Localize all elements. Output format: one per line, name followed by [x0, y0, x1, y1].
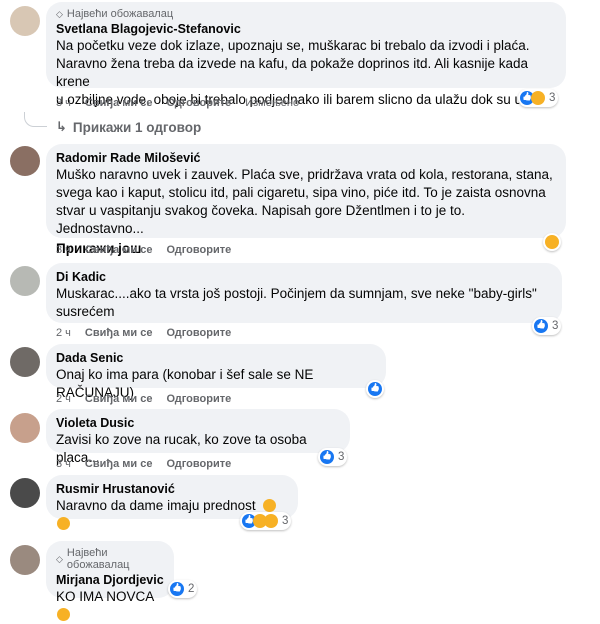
reply-arrow-icon: ↳: [56, 119, 67, 134]
grin-emoji-icon: [57, 517, 70, 530]
comment-bubble: ◇ Највећи обожавалац Svetlana Blagojevic-…: [46, 2, 566, 107]
comment-text-line: Muško naravno uvek i zauvek. Plaća sve, …: [56, 167, 553, 182]
comment-bubble: Dada Senic Onaj ko ima para (konobar i š…: [46, 344, 386, 400]
like-button[interactable]: Свиђа ми се: [85, 458, 153, 470]
avatar[interactable]: [10, 478, 40, 508]
like-button[interactable]: Свиђа ми се: [85, 393, 153, 405]
reaction-summary[interactable]: 3: [532, 317, 562, 335]
top-fan-badge: ◇ Највећи обожавалац: [56, 547, 130, 571]
comment-actions: 3 ч Свиђа ми се Одговорите: [56, 458, 231, 470]
avatar[interactable]: [10, 413, 40, 443]
diamond-icon: ◇: [56, 553, 63, 564]
grin-emoji-icon: [263, 499, 277, 512]
reaction-summary[interactable]: [366, 380, 384, 398]
like-button[interactable]: Свиђа ми се: [85, 97, 153, 109]
avatar[interactable]: [10, 146, 40, 176]
like-reaction-icon: [368, 382, 382, 396]
comment-text-line: Na početku veze dok izlaze, upoznaju se,…: [56, 38, 530, 53]
timestamp[interactable]: 3 ч: [56, 244, 71, 256]
reaction-summary[interactable]: 2: [168, 580, 198, 598]
avatar[interactable]: [10, 545, 40, 575]
comment-text-line: stvar u vaspitanju svakog čoveka. Napisa…: [56, 203, 465, 236]
haha-reaction-icon: [531, 91, 545, 105]
commenter-name[interactable]: Dada Senic: [56, 350, 376, 366]
comment-bubble: Violeta Dusic Zavisi ko zove na rucak, k…: [46, 409, 350, 465]
comment-actions: 3 ч Свиђа ми се Одговорите: [56, 244, 231, 256]
timestamp[interactable]: 2 ч: [56, 393, 71, 405]
timestamp[interactable]: 3 ч: [56, 97, 71, 109]
show-replies-link[interactable]: ↳ Прикажи 1 одговор: [56, 119, 201, 135]
care-reaction-icon: [264, 514, 278, 528]
comment-actions: 3 ч Свиђа ми се Одговорите Измењено: [56, 97, 299, 109]
commenter-name[interactable]: Radomir Rade Milošević: [56, 150, 556, 166]
diamond-icon: ◇: [56, 8, 63, 19]
comment-bubble: Radomir Rade Milošević Muško naravno uve…: [46, 144, 566, 256]
reply-button[interactable]: Одговорите: [166, 393, 231, 405]
avatar[interactable]: [10, 266, 40, 296]
like-reaction-icon: [170, 582, 184, 596]
timestamp[interactable]: 2 ч: [56, 327, 71, 339]
commenter-name[interactable]: Di Kadic: [56, 269, 552, 285]
reply-thread-line: [24, 112, 47, 127]
comment-text-line: KO IMA NOVCA: [56, 588, 164, 624]
comment-actions: 2 ч Свиђа ми се Одговорите: [56, 327, 231, 339]
heart-eyes-emoji-icon: [57, 608, 70, 621]
reply-button[interactable]: Одговорите: [166, 458, 231, 470]
commenter-name[interactable]: Violeta Dusic: [56, 415, 340, 431]
reaction-count: 3: [282, 515, 289, 527]
haha-reaction-icon: [545, 235, 559, 249]
reaction-summary[interactable]: 3: [240, 512, 292, 530]
comment-bubble: ◇ Највећи обожавалац Mirjana Djordjevic K…: [46, 541, 174, 621]
timestamp[interactable]: 3 ч: [56, 458, 71, 470]
avatar[interactable]: [10, 347, 40, 377]
comment-actions: 2 ч Свиђа ми се Одговорите: [56, 393, 231, 405]
reply-button[interactable]: Одговорите: [166, 327, 231, 339]
like-button[interactable]: Свиђа ми се: [85, 244, 153, 256]
comment-bubble: Di Kadic Muskarac....ako ta vrsta još po…: [46, 263, 562, 323]
comment-text-line: Muskarac....ako ta vrsta još postoji. Po…: [56, 286, 537, 301]
comment-text-line: Naravno žena treba da izvede na kafu, da…: [56, 56, 529, 89]
commenter-name[interactable]: Rusmir Hrustanović: [56, 481, 288, 497]
reply-button[interactable]: Одговорите: [166, 97, 231, 109]
reaction-summary[interactable]: [543, 233, 561, 251]
reaction-count: 2: [188, 583, 195, 595]
edited-label: Измењено: [245, 97, 300, 109]
commenter-name[interactable]: Svetlana Blagojevic-Stefanovic: [56, 21, 556, 37]
top-fan-badge: ◇ Највећи обожавалац: [56, 8, 174, 20]
reaction-count: 3: [338, 451, 345, 463]
like-reaction-icon: [320, 450, 334, 464]
reaction-count: 3: [552, 320, 559, 332]
reaction-summary[interactable]: 3: [318, 448, 348, 466]
avatar[interactable]: [10, 6, 40, 36]
reaction-count: 3: [549, 92, 556, 104]
comment-text-line: svega kao i kaput, stolicu itd, pali cig…: [56, 185, 546, 200]
reaction-summary[interactable]: 3: [518, 89, 559, 107]
comment-text-line: susrećem: [56, 304, 115, 319]
commenter-name[interactable]: Mirjana Djordjevic: [56, 572, 164, 588]
like-reaction-icon: [534, 319, 548, 333]
reply-button[interactable]: Одговорите: [166, 244, 231, 256]
like-button[interactable]: Свиђа ми се: [85, 327, 153, 339]
